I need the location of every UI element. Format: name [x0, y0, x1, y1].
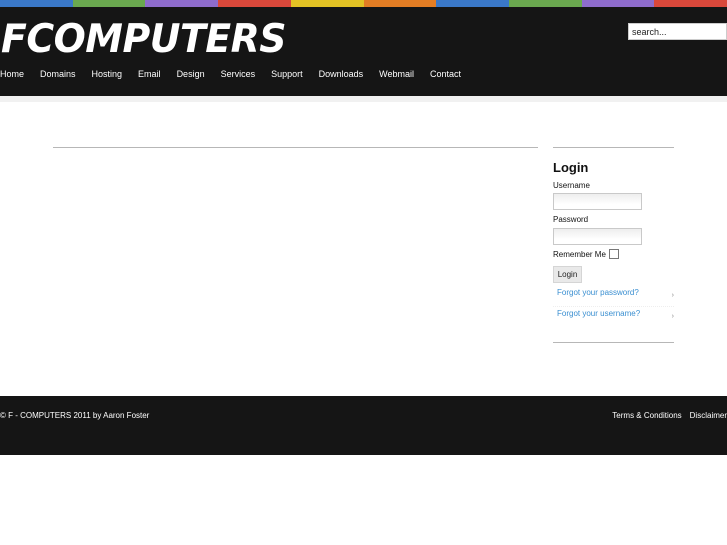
forgot-username-link[interactable]: Forgot your username? [557, 309, 640, 318]
color-segment [436, 0, 509, 7]
forgot-password-row: Forgot your password? › [553, 288, 674, 307]
password-field[interactable] [553, 228, 642, 245]
username-label: Username [553, 181, 590, 190]
module-top-divider [553, 147, 674, 148]
footer-links: Terms & Conditions Disclaimer [604, 411, 727, 420]
color-segment [581, 0, 655, 7]
color-segment [0, 0, 73, 7]
site-footer: © F - COMPUTERS 2011 by Aaron Foster Ter… [0, 396, 727, 455]
username-field[interactable] [553, 193, 642, 210]
password-label: Password [553, 215, 589, 224]
chevron-right-icon: › [671, 292, 674, 299]
color-segment [508, 0, 582, 7]
color-segment [363, 0, 437, 7]
chevron-right-icon: › [671, 313, 674, 320]
nav-home[interactable]: Home [0, 69, 24, 79]
content-divider [53, 147, 538, 148]
color-segment [218, 0, 291, 7]
login-title: Login [553, 160, 589, 175]
color-segment [654, 0, 727, 7]
color-segment [145, 0, 219, 7]
top-color-bar [0, 0, 727, 7]
nav-support[interactable]: Support [271, 69, 303, 79]
nav-downloads[interactable]: Downloads [319, 69, 364, 79]
search-input[interactable] [628, 23, 727, 40]
link-separator [553, 306, 674, 307]
login-button[interactable]: Login [553, 266, 582, 283]
nav-hosting[interactable]: Hosting [92, 69, 123, 79]
site-logo[interactable]: FCOMPUTERS [1, 20, 287, 60]
copyright-text: © F - COMPUTERS 2011 by Aaron Foster [0, 411, 150, 420]
nav-domains[interactable]: Domains [40, 69, 76, 79]
login-module: Login Username Password Remember Me Logi… [553, 147, 674, 343]
color-segment [72, 0, 146, 7]
nav-services[interactable]: Services [221, 69, 256, 79]
color-segment [290, 0, 364, 7]
module-bottom-divider [553, 342, 674, 343]
site-header: FCOMPUTERS Home Domains Hosting Email De… [0, 7, 727, 96]
nav-design[interactable]: Design [177, 69, 205, 79]
remember-me-checkbox[interactable] [608, 249, 619, 259]
forgot-username-row: Forgot your username? › [553, 309, 674, 325]
nav-email[interactable]: Email [138, 69, 161, 79]
nav-webmail[interactable]: Webmail [379, 69, 414, 79]
remember-me-label: Remember Me [553, 249, 606, 259]
nav-contact[interactable]: Contact [430, 69, 461, 79]
remember-me-row: Remember Me [553, 249, 619, 259]
disclaimer-link[interactable]: Disclaimer [690, 411, 727, 420]
main-nav: Home Domains Hosting Email Design Servic… [0, 69, 477, 79]
header-shadow-bar [0, 96, 727, 102]
terms-link[interactable]: Terms & Conditions [612, 411, 681, 420]
forgot-password-link[interactable]: Forgot your password? [557, 288, 639, 297]
